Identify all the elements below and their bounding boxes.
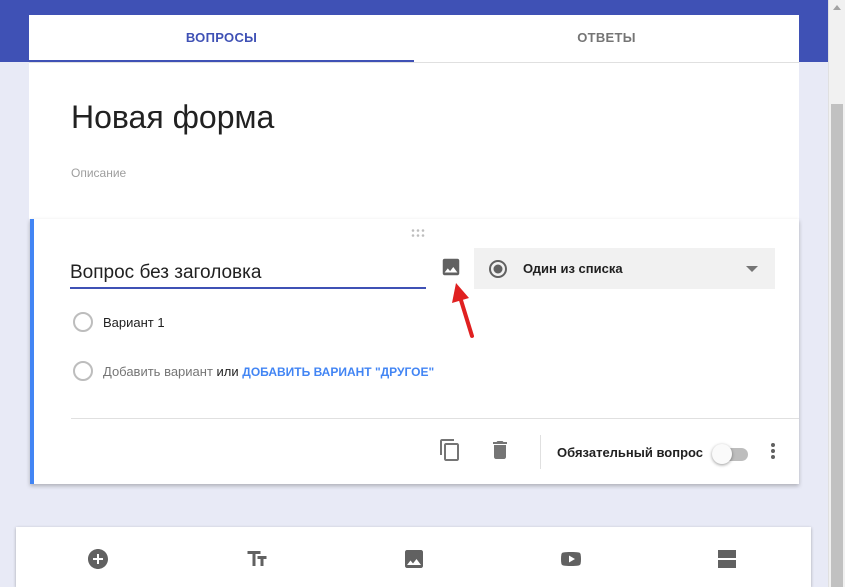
add-option-row: Добавить вариант или ДОБАВИТЬ ВАРИАНТ "Д… — [103, 364, 434, 379]
drag-handle-icon[interactable] — [410, 228, 426, 238]
add-video-icon[interactable] — [559, 547, 583, 571]
annotation-arrow-icon — [452, 283, 474, 338]
toggle-knob — [712, 444, 732, 464]
add-other-option-link[interactable]: ДОБАВИТЬ ВАРИАНТ "ДРУГОЕ" — [242, 365, 434, 379]
scroll-up-icon[interactable] — [833, 5, 841, 10]
scroll-thumb[interactable] — [831, 104, 843, 587]
add-image-icon[interactable] — [402, 547, 426, 571]
or-text: или — [216, 364, 239, 379]
tabs-bar: ВОПРОСЫ ОТВЕТЫ — [29, 15, 799, 63]
required-label: Обязательный вопрос — [557, 445, 704, 460]
add-section-icon[interactable] — [715, 547, 739, 571]
radio-button-icon — [489, 260, 507, 278]
required-toggle[interactable] — [712, 443, 750, 465]
title-text-icon[interactable] — [245, 547, 269, 571]
option-1-radio — [73, 312, 93, 332]
more-vert-icon[interactable] — [767, 439, 779, 463]
option-1-label[interactable]: Вариант 1 — [103, 315, 165, 330]
add-question-icon[interactable] — [86, 547, 110, 571]
question-type-dropdown[interactable]: Один из списка — [474, 248, 775, 289]
tab-questions[interactable]: ВОПРОСЫ — [29, 15, 414, 62]
card-divider — [71, 418, 799, 419]
question-type-label: Один из списка — [523, 261, 623, 276]
add-image-icon[interactable] — [440, 256, 462, 278]
form-header-card: Новая форма Описание — [29, 63, 799, 219]
trash-icon[interactable] — [488, 438, 512, 462]
add-option-radio — [73, 361, 93, 381]
add-item-toolbar — [16, 527, 811, 587]
form-description-field[interactable]: Описание — [71, 166, 126, 180]
question-title-input[interactable]: Вопрос без заголовка — [70, 257, 426, 289]
form-title[interactable]: Новая форма — [71, 99, 274, 136]
question-card[interactable]: Вопрос без заголовка Один из списка Вари… — [30, 219, 799, 484]
duplicate-icon[interactable] — [438, 438, 462, 462]
add-option-field[interactable]: Добавить вариант — [103, 364, 213, 379]
footer-divider — [540, 435, 541, 469]
chevron-down-icon — [746, 266, 758, 272]
page-scrollbar[interactable] — [828, 0, 845, 587]
tab-answers[interactable]: ОТВЕТЫ — [414, 15, 799, 62]
